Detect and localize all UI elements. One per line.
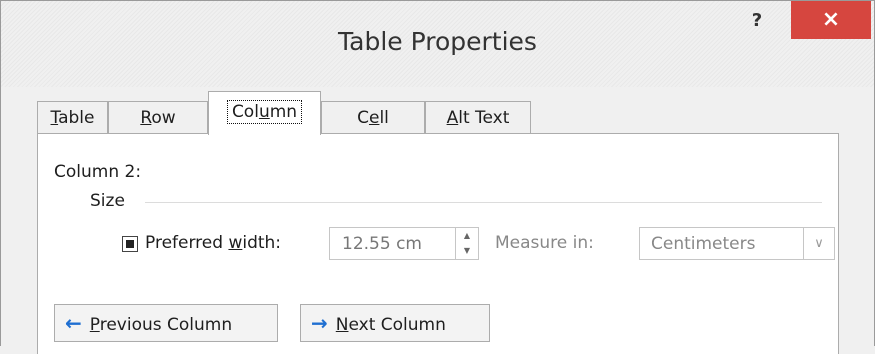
close-icon: × <box>821 7 841 32</box>
tab-table[interactable]: Table <box>37 101 108 134</box>
size-group-title: Size <box>90 191 125 211</box>
preferred-width-label[interactable]: Preferred width: <box>145 233 281 253</box>
spinner-arrows: ▲ ▼ <box>455 228 478 259</box>
checkbox-check-mark <box>126 240 134 248</box>
previous-column-button[interactable]: ← Previous Column <box>54 304 278 342</box>
measure-in-value: Centimeters <box>651 234 756 254</box>
help-button[interactable]: ? <box>736 7 778 35</box>
spinner-up-icon[interactable]: ▲ <box>456 228 478 243</box>
preferred-width-spinner[interactable]: 12.55 cm ▲ ▼ <box>329 227 479 260</box>
column-label: Column 2: <box>54 162 142 182</box>
tab-column[interactable]: Column <box>208 91 321 135</box>
group-divider <box>145 202 822 203</box>
close-button[interactable]: × <box>791 1 871 39</box>
dropdown-chevron-icon[interactable]: ∨ <box>803 228 834 259</box>
measure-in-label: Measure in: <box>495 233 594 253</box>
preferred-width-checkbox[interactable] <box>122 236 138 252</box>
tab-cell[interactable]: Cell <box>321 101 425 134</box>
help-icon: ? <box>751 10 763 31</box>
column-tab-panel: Column 2: Size Preferred width: 12.55 cm… <box>37 133 839 354</box>
spinner-down-icon[interactable]: ▼ <box>456 243 478 258</box>
measure-in-dropdown[interactable]: Centimeters ∨ <box>639 227 835 260</box>
tab-focus-rect: Column <box>226 100 303 124</box>
tab-strip: Table Row Column Cell Alt Text <box>37 89 817 135</box>
arrow-left-icon: ← <box>65 311 82 335</box>
next-column-button[interactable]: → Next Column <box>300 304 490 342</box>
table-properties-dialog: Table Properties ? × Table Row Column Ce… <box>0 0 875 354</box>
preferred-width-value[interactable]: 12.55 cm <box>342 234 422 254</box>
title-bar: Table Properties ? × <box>1 1 874 87</box>
tab-alt-text[interactable]: Alt Text <box>425 101 531 134</box>
arrow-right-icon: → <box>311 311 328 335</box>
tab-row[interactable]: Row <box>108 101 208 134</box>
